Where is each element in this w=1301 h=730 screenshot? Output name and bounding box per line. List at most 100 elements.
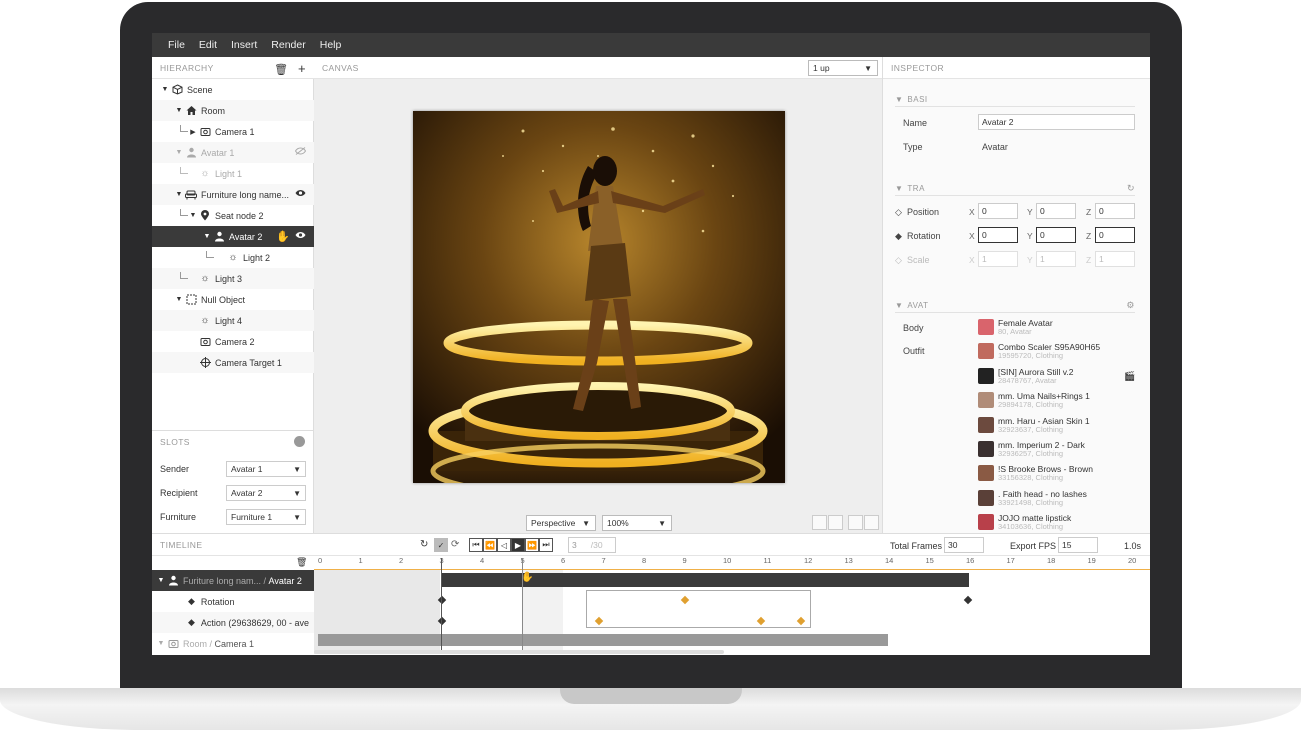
expand-caret-icon[interactable]: ▼ — [174, 296, 184, 303]
add-icon[interactable]: + — [298, 61, 306, 76]
trash-icon[interactable]: 🗑 — [296, 557, 307, 568]
tree-item-light-1[interactable]: ☼ Light 1 — [152, 163, 314, 184]
tree-item-camera-target-1[interactable]: Camera Target 1 — [152, 352, 314, 373]
tree-label: Camera 1 — [215, 126, 255, 137]
trash-icon[interactable]: 🗑 — [274, 64, 288, 76]
export-fps-input[interactable]: 15 — [1058, 537, 1098, 553]
menu-insert[interactable]: Insert — [231, 39, 257, 51]
tree-item-avatar-1[interactable]: ▼ Avatar 1 — [152, 142, 314, 163]
tree-item-null-object[interactable]: ▼ Null Object — [152, 289, 314, 310]
clapper-icon[interactable]: 🎬 — [1124, 371, 1135, 382]
sync-icon[interactable]: ⟳ — [451, 539, 459, 550]
name-input[interactable]: Avatar 2 — [978, 114, 1135, 130]
outfit-thumbnail[interactable] — [978, 343, 994, 360]
expand-caret-icon[interactable]: ▼ — [188, 212, 198, 219]
expand-caret-icon[interactable]: ▶ — [188, 128, 198, 136]
camera-clip-bar[interactable] — [318, 634, 888, 646]
outfit-thumbnail[interactable] — [978, 416, 994, 433]
playhead-line[interactable] — [441, 558, 442, 654]
scale-x-input[interactable]: 1 — [978, 251, 1018, 267]
next-frame-button[interactable]: ⏩ — [525, 538, 539, 552]
scale-y-input[interactable]: 1 — [1036, 251, 1076, 267]
transform-section-header[interactable]: ▼ TRA ↻ — [895, 183, 1135, 196]
tree-item-camera-1[interactable]: ▶ Camera 1 — [152, 121, 314, 142]
input-value: 0 — [982, 206, 987, 216]
outfit-thumbnail[interactable] — [978, 514, 994, 531]
eye-icon[interactable] — [295, 189, 306, 200]
outfit-thumbnail[interactable] — [978, 441, 994, 457]
go-to-start-button[interactable]: ⏮ — [469, 538, 483, 552]
outfit-thumbnail[interactable] — [978, 319, 994, 335]
expand-caret-icon[interactable]: ▼ — [156, 640, 166, 647]
sender-select[interactable]: Avatar 1 ▼ — [226, 461, 306, 477]
keyframe-marker[interactable] — [963, 595, 973, 605]
layout-select[interactable]: 1 up ▼ — [808, 60, 878, 76]
loop-icon[interactable]: ↻ — [420, 539, 428, 550]
tree-item-room[interactable]: ▼ Room — [152, 100, 314, 121]
position-x-input[interactable]: 0 — [978, 203, 1018, 219]
total-frames-input[interactable]: 30 — [944, 537, 984, 553]
recipient-select[interactable]: Avatar 2 ▼ — [226, 485, 306, 501]
expand-caret-icon[interactable]: ▼ — [174, 191, 184, 198]
avatar-section-header[interactable]: ▼ AVAT ⚙ — [895, 300, 1135, 313]
expand-caret-icon[interactable]: ▼ — [174, 107, 184, 114]
expand-caret-icon[interactable]: ▼ — [160, 86, 170, 93]
track-camera-1[interactable]: ▼ Room / Camera 1 — [152, 633, 314, 654]
zoom-select[interactable]: 100% ▼ — [602, 515, 672, 531]
menu-file[interactable]: File — [168, 39, 185, 51]
current-frame-input[interactable]: 3 /30 — [568, 537, 616, 553]
expand-caret-icon[interactable]: ▼ — [156, 577, 166, 584]
tree-item-scene[interactable]: ▼ Scene — [152, 79, 314, 100]
menu-help[interactable]: Help — [320, 39, 342, 51]
position-keyframe-icon[interactable]: ◇ — [895, 207, 902, 218]
view-toggle-2[interactable] — [828, 515, 843, 530]
outfit-thumbnail[interactable] — [978, 489, 994, 506]
position-z-input[interactable]: 0 — [1095, 203, 1135, 219]
rotation-x-input[interactable]: 0 — [978, 227, 1018, 243]
tree-item-camera-2[interactable]: Camera 2 — [152, 331, 314, 352]
menu-render[interactable]: Render — [271, 39, 305, 51]
eye-hidden-icon[interactable] — [294, 147, 307, 158]
projection-select[interactable]: Perspective ▼ — [526, 515, 596, 531]
scale-keyframe-icon[interactable]: ◇ — [895, 255, 902, 266]
tree-item-seat-node-2[interactable]: ▼ Seat node 2 — [152, 205, 314, 226]
scale-z-input[interactable]: 1 — [1095, 251, 1135, 267]
outfit-thumbnail[interactable] — [978, 392, 994, 409]
furniture-select[interactable]: Furniture 1 ▼ — [226, 509, 306, 525]
tree-item-avatar-2[interactable]: ▼ Avatar 2 ✋ — [152, 226, 314, 247]
basic-section-header[interactable]: ▼ BASI — [895, 95, 1135, 107]
rotation-y-input[interactable]: 0 — [1036, 227, 1076, 243]
rotation-keyframe-icon[interactable]: ◆ — [895, 231, 902, 242]
tree-item-light-3[interactable]: ☼ Light 3 — [152, 268, 314, 289]
tree-item-light-4[interactable]: ☼ Light 4 — [152, 310, 314, 331]
render-viewport[interactable] — [413, 111, 785, 483]
step-back-button[interactable]: ◁ — [497, 538, 511, 552]
expand-caret-icon[interactable]: ▼ — [202, 233, 212, 240]
play-button[interactable]: ▶ — [511, 538, 525, 552]
add-slot-icon[interactable] — [294, 436, 305, 447]
position-y-input[interactable]: 0 — [1036, 203, 1076, 219]
eye-icon[interactable] — [295, 231, 306, 242]
gear-icon[interactable]: ⚙ — [1126, 300, 1135, 311]
timeline-scrollbar[interactable] — [314, 650, 724, 654]
rotation-z-input[interactable]: 0 — [1095, 227, 1135, 243]
view-toggle-3[interactable] — [848, 515, 863, 530]
menu-edit[interactable]: Edit — [199, 39, 217, 51]
go-to-end-button[interactable]: ⏭ — [539, 538, 553, 552]
timeline-ruler[interactable]: 01234567891011121314151617181920 — [314, 556, 1150, 570]
expand-caret-icon[interactable]: ▼ — [174, 149, 184, 156]
prev-frame-button[interactable]: ⏪ — [483, 538, 497, 552]
track-avatar-2[interactable]: ▼ Furiture long nam... / Avatar 2 — [152, 570, 314, 591]
keyframe-tool-icon[interactable]: ✓ — [434, 538, 448, 552]
view-toggle-1[interactable] — [812, 515, 827, 530]
keyframe-selection-box[interactable] — [586, 590, 811, 628]
track-action[interactable]: ◆ Action (29638629, 00 - ave — [152, 612, 314, 633]
reset-icon[interactable]: ↻ — [1127, 183, 1135, 194]
view-toggle-4[interactable] — [864, 515, 879, 530]
track-rotation[interactable]: ◆ Rotation — [152, 591, 314, 612]
tree-item-light-2[interactable]: ☼ Light 2 — [152, 247, 314, 268]
outfit-thumbnail[interactable] — [978, 367, 994, 384]
tree-label: Avatar 1 — [201, 147, 235, 158]
tree-item-furniture[interactable]: ▼ Furniture long name... — [152, 184, 314, 205]
outfit-thumbnail[interactable] — [978, 465, 994, 482]
